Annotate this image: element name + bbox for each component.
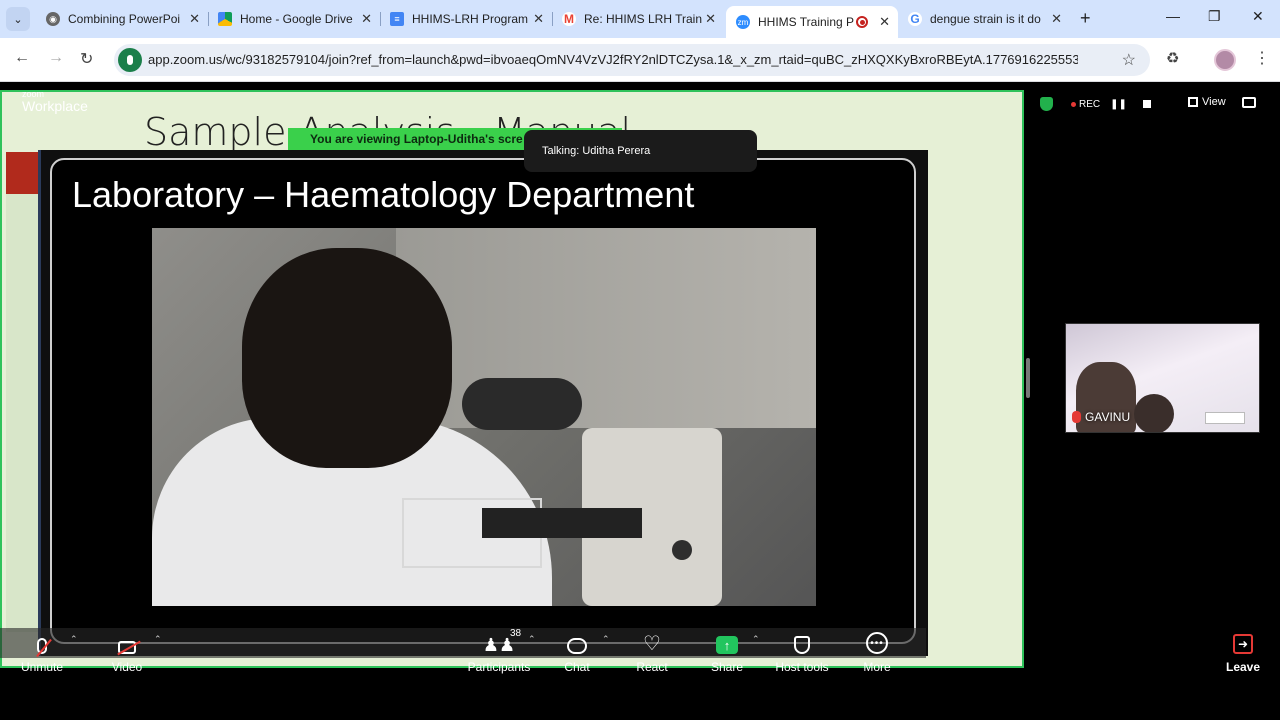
tab-combining-powerpoint[interactable]: ◉ Combining PowerPoi ✕: [36, 6, 208, 32]
tab-title: HHIMS-LRH Program: [412, 12, 529, 26]
zoom-workplace-logo: zoom Workplace: [22, 89, 88, 114]
host-tools-shield-icon: [794, 636, 810, 654]
close-tab-icon[interactable]: ✕: [533, 11, 544, 27]
lab-video[interactable]: [152, 228, 816, 606]
google-docs-icon: ≡: [390, 12, 404, 26]
recording-indicator-icon: [856, 16, 868, 28]
slide: Laboratory – Haematology Department: [50, 158, 916, 644]
participant-count: 38: [510, 628, 522, 639]
close-tab-icon[interactable]: ✕: [705, 11, 716, 27]
tab-strip: ⌄ ◉ Combining PowerPoi ✕ Home - Google D…: [0, 0, 1280, 38]
close-tab-icon[interactable]: ✕: [361, 11, 372, 27]
close-tab-icon[interactable]: ✕: [1051, 11, 1062, 27]
audio-options-chevron-icon[interactable]: ⌃: [70, 634, 78, 645]
participant-video-tile[interactable]: GAVINU: [1065, 323, 1260, 433]
share-screen-icon: ↑: [716, 636, 738, 654]
video-off-icon: [118, 641, 136, 654]
heart-icon: ♡: [643, 633, 661, 655]
tab-google-drive[interactable]: Home - Google Drive ✕: [208, 6, 380, 32]
stop-recording-icon[interactable]: [1142, 100, 1151, 108]
encryption-shield-icon[interactable]: [1040, 97, 1053, 111]
chat-options-chevron-icon[interactable]: ⌃: [602, 634, 610, 645]
back-button[interactable]: ←: [14, 49, 30, 67]
extensions-icon[interactable]: ♻: [1166, 49, 1179, 67]
slide-accent-bar: [6, 152, 38, 194]
muted-mic-icon: [1072, 411, 1081, 423]
reload-button[interactable]: ↻: [80, 49, 93, 69]
react-button[interactable]: ♡ React: [634, 628, 670, 674]
video-button[interactable]: Video: [108, 628, 146, 674]
close-window-button[interactable]: ✕: [1252, 8, 1264, 25]
panel-resize-handle[interactable]: [1026, 358, 1030, 398]
more-button[interactable]: ••• More: [860, 628, 894, 674]
pause-recording-icon[interactable]: ❚❚: [1110, 99, 1127, 110]
view-grid-icon: [1188, 97, 1198, 107]
chat-icon: [567, 638, 587, 654]
chat-button[interactable]: Chat: [562, 628, 592, 674]
video-options-chevron-icon[interactable]: ⌃: [154, 634, 162, 645]
browser-toolbar: ← → ↻ app.zoom.us/wc/93182579104/join?re…: [0, 38, 1280, 82]
google-drive-icon: [218, 12, 232, 26]
leave-door-icon: ➜: [1233, 634, 1253, 654]
close-tab-icon[interactable]: ✕: [189, 11, 200, 27]
recording-status: REC: [1071, 99, 1100, 110]
tab-title: Re: HHIMS LRH Train: [584, 12, 702, 26]
recording-dot-icon: [1071, 101, 1076, 107]
minimize-button[interactable]: —: [1166, 8, 1180, 24]
tab-title: dengue strain is it do: [930, 12, 1041, 26]
forward-button[interactable]: →: [48, 49, 64, 67]
tab-dengue-search[interactable]: G dengue strain is it do ✕: [898, 6, 1070, 32]
participant-arm: [1134, 394, 1174, 432]
video-microscope: [462, 368, 722, 606]
view-button[interactable]: View: [1188, 96, 1226, 108]
meeting-controls: Unmute ⌃ Video ⌃ ♟♟ Participants 38 ⌃ Ch…: [0, 628, 1280, 720]
share-button[interactable]: ↑ Share: [708, 628, 746, 674]
shared-screen: Sample Analysis - Manual Laboratory – Ha…: [0, 90, 1024, 668]
more-dots-icon: •••: [866, 632, 888, 654]
new-tab-button[interactable]: +: [1080, 8, 1091, 29]
chatgpt-icon: ◉: [46, 12, 60, 26]
close-tab-icon[interactable]: ✕: [879, 14, 890, 30]
leave-button[interactable]: ➜ Leave: [1226, 628, 1260, 674]
google-icon: G: [908, 12, 922, 26]
slide-side-strip: [6, 152, 38, 632]
microphone-in-use-icon[interactable]: [118, 48, 142, 72]
participants-options-chevron-icon[interactable]: ⌃: [528, 634, 536, 645]
gmail-icon: M: [562, 12, 576, 26]
tab-gmail[interactable]: M Re: HHIMS LRH Train ✕: [552, 6, 724, 32]
browser-menu-icon[interactable]: ⋮: [1254, 48, 1270, 68]
zoom-meeting-window: Sample Analysis - Manual Laboratory – Ha…: [0, 82, 1280, 720]
tab-title: Home - Google Drive: [240, 12, 353, 26]
tab-hhims-program[interactable]: ≡ HHIMS-LRH Program ✕: [380, 6, 552, 32]
unmute-button[interactable]: Unmute: [20, 628, 64, 674]
restore-button[interactable]: ❐: [1208, 8, 1221, 25]
bookmark-star-icon[interactable]: ☆: [1122, 50, 1136, 70]
picture-in-picture-icon[interactable]: [1242, 97, 1256, 108]
meeting-status-bar: REC ❚❚: [1040, 96, 1151, 112]
video-person-head: [242, 248, 452, 468]
active-speaker-tooltip: Talking: Uditha Perera: [524, 130, 757, 172]
tab-search-button[interactable]: ⌄: [6, 7, 30, 31]
tab-hhims-training-zoom[interactable]: zm HHIMS Training P ✕: [726, 6, 898, 38]
profile-avatar[interactable]: [1214, 49, 1236, 71]
url-text[interactable]: app.zoom.us/wc/93182579104/join?ref_from…: [148, 52, 1078, 67]
share-options-chevron-icon[interactable]: ⌃: [752, 634, 760, 645]
air-conditioner: [1205, 412, 1245, 424]
participant-name-label: GAVINU: [1072, 410, 1130, 424]
slide-title: Laboratory – Haematology Department: [72, 174, 695, 215]
host-tools-button[interactable]: Host tools: [774, 628, 830, 674]
address-bar[interactable]: app.zoom.us/wc/93182579104/join?ref_from…: [114, 44, 1150, 76]
zoom-icon: zm: [736, 15, 750, 29]
tab-title: Combining PowerPoi: [68, 12, 181, 26]
tab-title: HHIMS Training P: [758, 15, 855, 29]
muted-microphone-icon: [37, 638, 47, 654]
